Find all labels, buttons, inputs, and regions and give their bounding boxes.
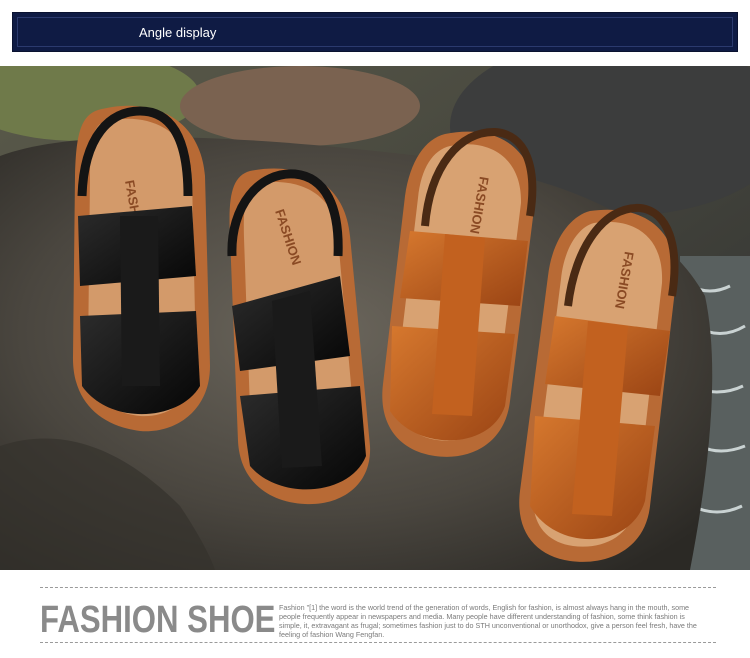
product-photo: FASHION FASHION FASHION FASHION <box>0 66 750 570</box>
header-title: Angle display <box>139 24 217 40</box>
fashion-description: Fashion "[1] the word is the world trend… <box>279 603 697 639</box>
footer-divider-bottom <box>40 642 716 643</box>
brand-title: FASHION SHOE <box>40 599 276 641</box>
pebbles <box>180 66 420 146</box>
header-bar: Angle display <box>12 12 738 52</box>
footer-divider-top <box>40 587 716 588</box>
sandals-photo-svg: FASHION FASHION FASHION FASHION <box>0 66 750 570</box>
black-sandal-1: FASHION <box>72 105 210 432</box>
header-frame <box>17 17 733 47</box>
